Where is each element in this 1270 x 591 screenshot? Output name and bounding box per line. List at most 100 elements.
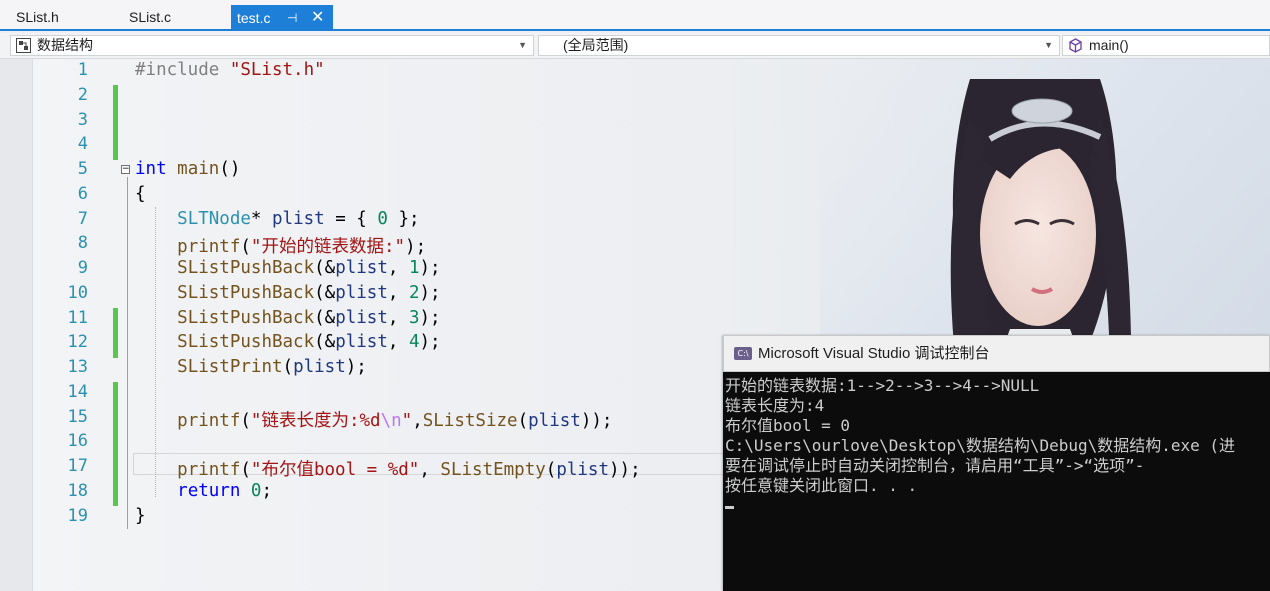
code-token: "SList.h"	[229, 60, 325, 80]
line-number: 8	[77, 233, 88, 254]
code-token: "布尔值bool = %d"	[250, 460, 420, 480]
code-token: ,	[387, 282, 409, 303]
tab-slist-h[interactable]: SList.h	[0, 6, 113, 29]
line-number: 2	[77, 84, 88, 105]
line-number: 4	[77, 134, 88, 155]
code-token: }	[135, 505, 146, 526]
code-token: );	[419, 307, 441, 328]
collapse-icon[interactable]: −	[121, 165, 130, 174]
code-token: ,	[412, 410, 423, 431]
code-token: printf	[177, 410, 241, 431]
code-line[interactable]: SListPrint(plist);	[135, 357, 367, 377]
code-token: \n	[380, 410, 402, 431]
tab-label: SList.h	[16, 9, 59, 25]
console-output[interactable]: 开始的链表数据:1-->2-->3-->4-->NULL 链表长度为:4 布尔值bo…	[723, 372, 1270, 591]
code-token: );	[419, 332, 441, 353]
line-number: 17	[67, 456, 88, 476]
line-number: 16	[67, 431, 88, 452]
code-token: plist	[556, 460, 609, 480]
code-line[interactable]: SLTNode* plist = { 0 };	[135, 208, 420, 229]
code-token: };	[387, 208, 420, 229]
code-token: ;	[261, 480, 273, 501]
code-token: plist	[272, 208, 325, 229]
project-dropdown[interactable]: 数据结构 ▼	[10, 35, 534, 56]
chevron-down-icon: ▼	[1044, 40, 1053, 50]
code-token: SListSize	[422, 410, 518, 431]
code-token: ,	[387, 258, 409, 278]
code-line[interactable]: return 0;	[135, 481, 272, 501]
line-number: 7	[77, 208, 88, 229]
project-dropdown-value: 数据结构	[37, 37, 93, 53]
code-line[interactable]: SListPushBack(&plist, 2);	[135, 282, 441, 303]
code-token: SListEmpty	[440, 460, 546, 480]
code-token: 0	[250, 480, 262, 501]
member-dropdown[interactable]: main()	[1062, 35, 1270, 56]
change-marker	[113, 456, 118, 482]
pin-icon[interactable]: ⊣	[287, 5, 297, 31]
code-token: (	[240, 410, 251, 431]
line-number: 19	[67, 505, 88, 526]
line-number: 18	[67, 480, 88, 501]
code-token: 4	[408, 332, 420, 353]
code-token: ,	[387, 307, 409, 328]
code-token: plist	[335, 282, 388, 303]
code-token: ,	[419, 460, 441, 480]
code-token: 1	[408, 258, 420, 278]
debug-console-window[interactable]: C:\ Microsoft Visual Studio 调试控制台 开始的链表数…	[723, 335, 1270, 591]
code-line[interactable]: {	[135, 184, 146, 204]
code-token: plist	[335, 307, 388, 328]
code-line[interactable]: SListPushBack(&plist, 1);	[135, 258, 440, 278]
scope-dropdown[interactable]: (全局范围) ▼	[538, 35, 1060, 56]
fold-region-line	[127, 177, 128, 529]
code-line[interactable]: SListPushBack(&plist, 4);	[135, 332, 441, 353]
code-token: ()	[219, 159, 241, 179]
line-number: 3	[77, 109, 88, 130]
code-token: ,	[387, 332, 409, 353]
code-token: (&	[314, 282, 336, 303]
line-number: 6	[77, 183, 88, 204]
project-icon	[16, 38, 31, 53]
change-marker	[113, 307, 118, 333]
code-line[interactable]: printf("开始的链表数据:");	[135, 233, 426, 258]
code-line[interactable]: }	[135, 506, 146, 526]
code-token: (	[545, 460, 557, 480]
code-token: #include	[135, 60, 230, 80]
line-number: 11	[67, 307, 88, 328]
code-token: "开始的链表数据:"	[250, 237, 406, 258]
code-token: (&	[314, 258, 336, 278]
tab-test-c[interactable]: test.c ⊣ ✕	[231, 5, 333, 31]
tab-slist-c[interactable]: SList.c	[113, 6, 230, 29]
close-icon[interactable]: ✕	[311, 5, 324, 31]
line-number: 14	[67, 381, 88, 402]
code-token: SListPushBack	[177, 282, 315, 303]
line-number: 1	[77, 60, 88, 80]
code-token: *	[250, 208, 272, 229]
code-token: (	[282, 357, 294, 377]
line-number: 15	[67, 406, 88, 427]
code-token: ));	[609, 460, 641, 480]
code-token: );	[419, 282, 441, 303]
code-token: = {	[324, 208, 378, 229]
code-line[interactable]: printf("布尔值bool = %d", SListEmpty(plist)…	[135, 456, 641, 481]
code-line[interactable]: int main()	[135, 159, 240, 179]
change-marker	[113, 332, 118, 358]
change-marker	[113, 84, 118, 110]
code-token: (	[240, 460, 251, 480]
code-token: 3	[408, 307, 420, 328]
change-marker	[113, 406, 118, 432]
code-line[interactable]: #include "SList.h"	[135, 60, 325, 80]
code-line[interactable]: SListPushBack(&plist, 3);	[135, 307, 441, 328]
code-line[interactable]: printf("链表长度为:%d\n",SListSize(plist));	[135, 407, 612, 432]
text-cursor	[725, 506, 734, 509]
code-token: return	[177, 480, 241, 501]
tab-label: test.c	[237, 10, 271, 26]
code-token: SListPushBack	[177, 332, 315, 353]
change-marker	[113, 431, 118, 457]
console-title-bar[interactable]: C:\ Microsoft Visual Studio 调试控制台	[723, 335, 1270, 372]
